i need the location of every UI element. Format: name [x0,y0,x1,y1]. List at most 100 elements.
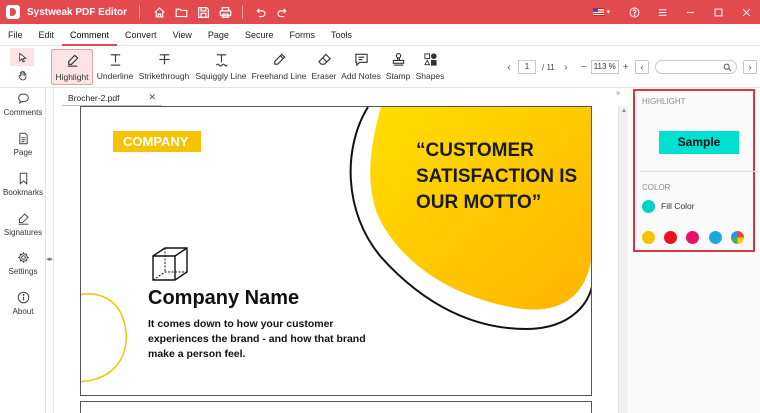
print-icon[interactable] [214,0,236,24]
motto-quote: “CUSTOMER SATISFACTION IS OUR MOTTO” [416,140,578,213]
tab-document[interactable]: Brocher-2.pdf ✕ [62,90,162,106]
swatch-multicolor[interactable] [731,231,744,244]
close-icon[interactable] [732,0,760,24]
sidebar-item-settings[interactable]: Settings [0,251,46,276]
scroll-up-icon[interactable]: ▲ [621,108,627,114]
sidebar-item-label: Comments [3,108,43,117]
sidebar-item-signatures[interactable]: Signatures [0,212,46,237]
sidebar-resize-handle[interactable]: ◂▸ [46,255,53,263]
menu-icon[interactable] [648,0,676,24]
page-icon [18,132,28,145]
tool-shapes[interactable]: Shapes [416,49,444,85]
tool-strikethrough[interactable]: Strikethrough [139,49,189,85]
page-navigator: ‹ 1 / 11 › − 113 % + [502,59,633,75]
page-total: / 11 [542,62,555,72]
tool-label: Add Notes [341,71,381,81]
select-pointer-icon[interactable] [10,48,34,66]
color-heading: COLOR [642,183,671,192]
pdf-page-next [80,401,592,413]
vertical-scrollbar[interactable] [618,106,628,413]
next-page-icon[interactable]: › [559,59,573,75]
tool-freehand-line[interactable]: Freehand Line [251,49,307,85]
zoom-out-icon[interactable]: − [577,59,591,75]
redo-icon[interactable] [271,0,293,24]
sidebar-item-about[interactable]: About [0,291,46,316]
sidebar-item-label: Bookmarks [2,188,43,197]
collapse-panel-icon[interactable]: » [616,90,620,97]
tab-close-icon[interactable]: ✕ [148,92,156,103]
language-caret-icon[interactable]: ▾ [606,8,610,16]
search-input[interactable] [655,60,737,74]
tool-highlight[interactable]: Highlight [51,49,93,85]
tool-label: Shapes [415,71,445,81]
swatch-blue[interactable] [709,231,722,244]
highlight-sample: Sample [659,131,739,154]
help-icon[interactable] [620,0,648,24]
tool-add-notes[interactable]: Add Notes [341,49,381,85]
open-folder-icon[interactable] [170,0,192,24]
zoom-input[interactable]: 113 % [590,60,619,74]
menu-page[interactable]: Page [200,24,237,46]
tool-squiggly-line[interactable]: Squiggly Line [195,49,247,85]
menu-forms[interactable]: Forms [281,24,323,46]
menu-file[interactable]: File [0,24,31,46]
sidebar-item-page[interactable]: Page [0,132,46,157]
swatch-pink[interactable] [686,231,699,244]
menu-bar: File Edit Comment Convert View Page Secu… [0,24,760,46]
strikethrough-text-icon [158,54,170,65]
app-logo-icon [6,5,20,19]
minimize-icon[interactable] [676,0,704,24]
bookmark-icon [19,172,27,185]
tool-label: Underline [96,71,134,81]
pdf-page: COMPANY “CUSTOMER SATISFACTION IS OUR MO… [80,106,592,396]
home-icon[interactable] [148,0,170,24]
tool-label: Squiggly Line [195,71,247,81]
save-icon[interactable] [192,0,214,24]
swatch-yellow[interactable] [642,231,655,244]
tool-label: Freehand Line [251,71,307,81]
tab-filename: Brocher-2.pdf [68,92,120,103]
current-page-input[interactable]: 1 [518,60,536,74]
search-previous-icon[interactable]: ‹ [635,60,649,74]
menu-edit[interactable]: Edit [31,24,63,46]
tool-eraser[interactable]: Eraser [310,49,338,85]
hand-tool-icon[interactable] [10,66,34,84]
underline-text-icon [110,54,120,66]
title-bar: Systweak PDF Editor ▾ [0,0,760,24]
previous-page-icon[interactable]: ‹ [502,59,516,75]
search-next-icon[interactable]: › [743,60,757,74]
menu-secure[interactable]: Secure [237,24,282,46]
title-divider [139,5,141,19]
zoom-in-icon[interactable]: + [619,59,633,75]
swatch-red[interactable] [664,231,677,244]
app-title: Systweak PDF Editor [27,6,128,18]
company-tagline: It comes down to how your customer exper… [148,318,366,360]
tool-label: Strikethrough [138,71,190,81]
title-divider [242,5,244,19]
menu-comment[interactable]: Comment [62,24,118,46]
language-flag-icon[interactable] [593,8,605,16]
highlighter-icon [67,54,78,67]
tool-underline[interactable]: Underline [95,49,135,85]
comment-icon [17,93,29,104]
eraser-icon [317,53,331,65]
tool-label: Highlight [55,72,89,82]
yellow-outline-shape [81,293,127,383]
menu-convert[interactable]: Convert [117,24,165,46]
fill-color-swatch[interactable] [642,200,655,213]
search-bar: ‹ › [635,59,757,75]
highlight-heading: HIGHLIGHT [642,97,686,106]
squiggly-text-icon [215,54,228,67]
menu-view[interactable]: View [165,24,200,46]
maximize-icon[interactable] [704,0,732,24]
signature-icon [18,213,29,225]
tool-stamp[interactable]: Stamp [385,49,411,85]
sidebar-item-bookmarks[interactable]: Bookmarks [0,172,46,197]
menu-tools[interactable]: Tools [323,24,360,46]
note-icon [354,53,368,67]
tool-label: Stamp [385,71,411,81]
sidebar-item-comments[interactable]: Comments [0,92,46,117]
sidebar-item-label: Signatures [3,228,43,237]
panel-divider [640,171,758,172]
undo-icon[interactable] [249,0,271,24]
